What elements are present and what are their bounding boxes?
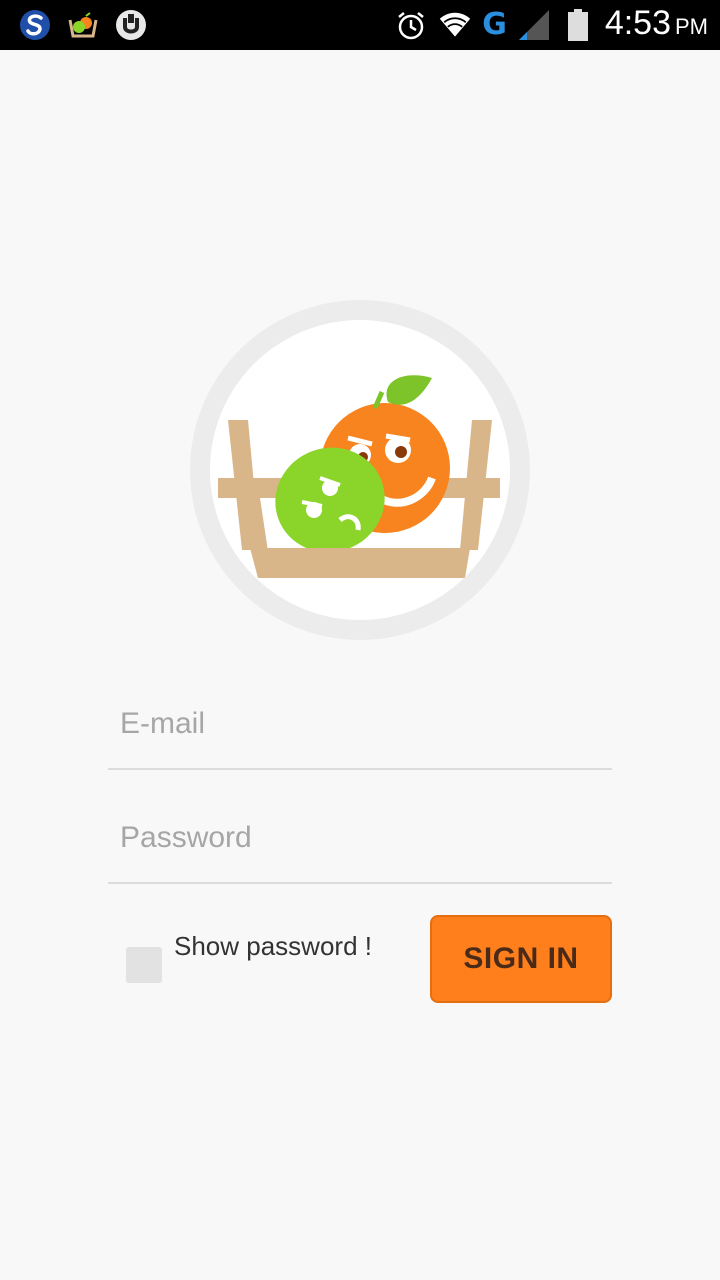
email-field[interactable] xyxy=(108,678,612,770)
basket-app-icon xyxy=(66,8,100,42)
alarm-icon xyxy=(394,8,428,42)
show-password-toggle[interactable]: Show password ! xyxy=(126,930,386,1000)
s-app-icon xyxy=(18,8,52,42)
torrent-app-icon xyxy=(114,8,148,42)
battery-icon xyxy=(561,8,595,42)
time-value: 4:53 xyxy=(604,4,671,42)
status-left-icons xyxy=(18,8,148,42)
sign-in-button[interactable]: SIGN IN xyxy=(430,915,612,1003)
network-type: G xyxy=(482,7,507,42)
fruit-basket-logo-icon xyxy=(218,375,500,578)
password-input[interactable] xyxy=(120,818,600,858)
email-input[interactable] xyxy=(120,704,600,744)
show-password-label: Show password ! xyxy=(174,931,372,961)
app-logo-inner xyxy=(210,320,510,620)
wifi-icon xyxy=(438,8,472,42)
status-time: 4:53 PM xyxy=(605,4,708,46)
time-ampm: PM xyxy=(675,14,708,39)
password-field[interactable] xyxy=(108,792,612,884)
status-bar: G 4:53 PM xyxy=(0,0,720,50)
app-logo xyxy=(190,300,530,640)
status-right-icons: G 4:53 PM xyxy=(394,4,708,46)
signal-icon xyxy=(517,8,551,42)
show-password-checkbox[interactable] xyxy=(126,947,162,983)
